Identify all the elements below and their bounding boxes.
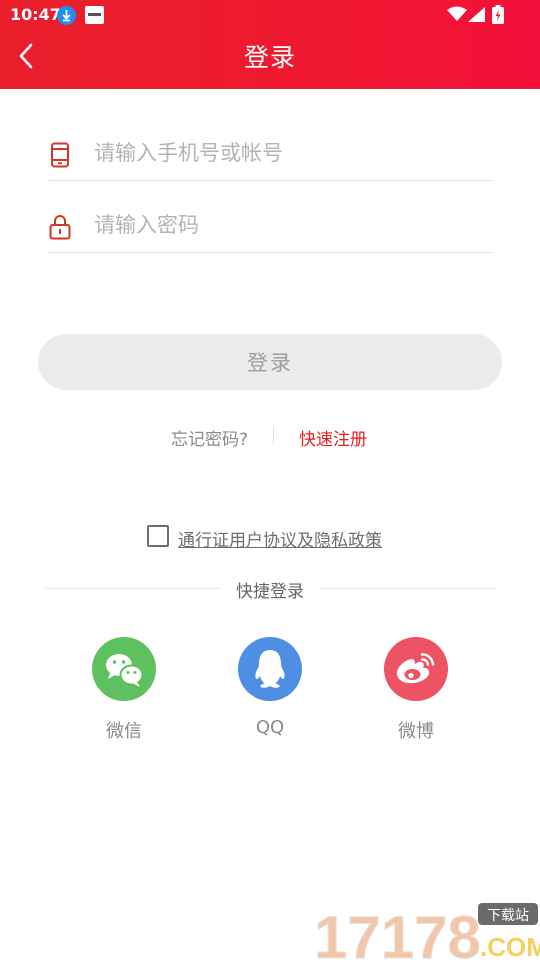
weibo-login-button[interactable] <box>384 637 448 701</box>
wechat-icon <box>106 654 144 687</box>
agreement-link[interactable]: 通行证用户协议及隐私政策 <box>178 526 382 551</box>
login-button[interactable]: 登录 <box>38 334 502 390</box>
signal-icon <box>468 7 485 26</box>
weibo-label: 微博 <box>398 721 434 742</box>
watermark-badge: 下载站 <box>487 908 529 924</box>
qq-login-button[interactable] <box>238 637 302 701</box>
watermark-domain: .COM <box>480 932 540 960</box>
forgot-password-link[interactable]: 忘记密码? <box>171 425 248 450</box>
password-field <box>47 196 493 253</box>
weibo-icon <box>396 653 435 684</box>
lock-icon <box>49 214 71 244</box>
quick-login-title: 快捷登录 <box>236 582 304 602</box>
download-notification-icon <box>57 6 76 25</box>
account-field <box>47 124 493 181</box>
app-notification-icon <box>85 6 104 24</box>
link-divider <box>273 427 274 443</box>
app-header: 10:47 登录 <box>0 0 540 89</box>
page-title: 登录 <box>243 43 296 72</box>
battery-icon <box>492 5 504 28</box>
qq-icon <box>255 650 285 688</box>
watermark-logo: 17178 下载站 .COM <box>314 900 540 964</box>
agreement-checkbox[interactable] <box>147 525 169 547</box>
quick-register-link[interactable]: 快速注册 <box>299 425 367 450</box>
wechat-login-button[interactable] <box>92 637 156 701</box>
wechat-label: 微信 <box>106 721 142 742</box>
qq-label: QQ <box>255 717 285 738</box>
account-input[interactable] <box>92 132 486 174</box>
status-time: 10:47 <box>10 5 61 24</box>
password-input[interactable] <box>92 204 486 246</box>
phone-icon <box>49 142 71 172</box>
wifi-icon <box>447 6 467 26</box>
watermark-number: 17178 <box>314 904 481 960</box>
